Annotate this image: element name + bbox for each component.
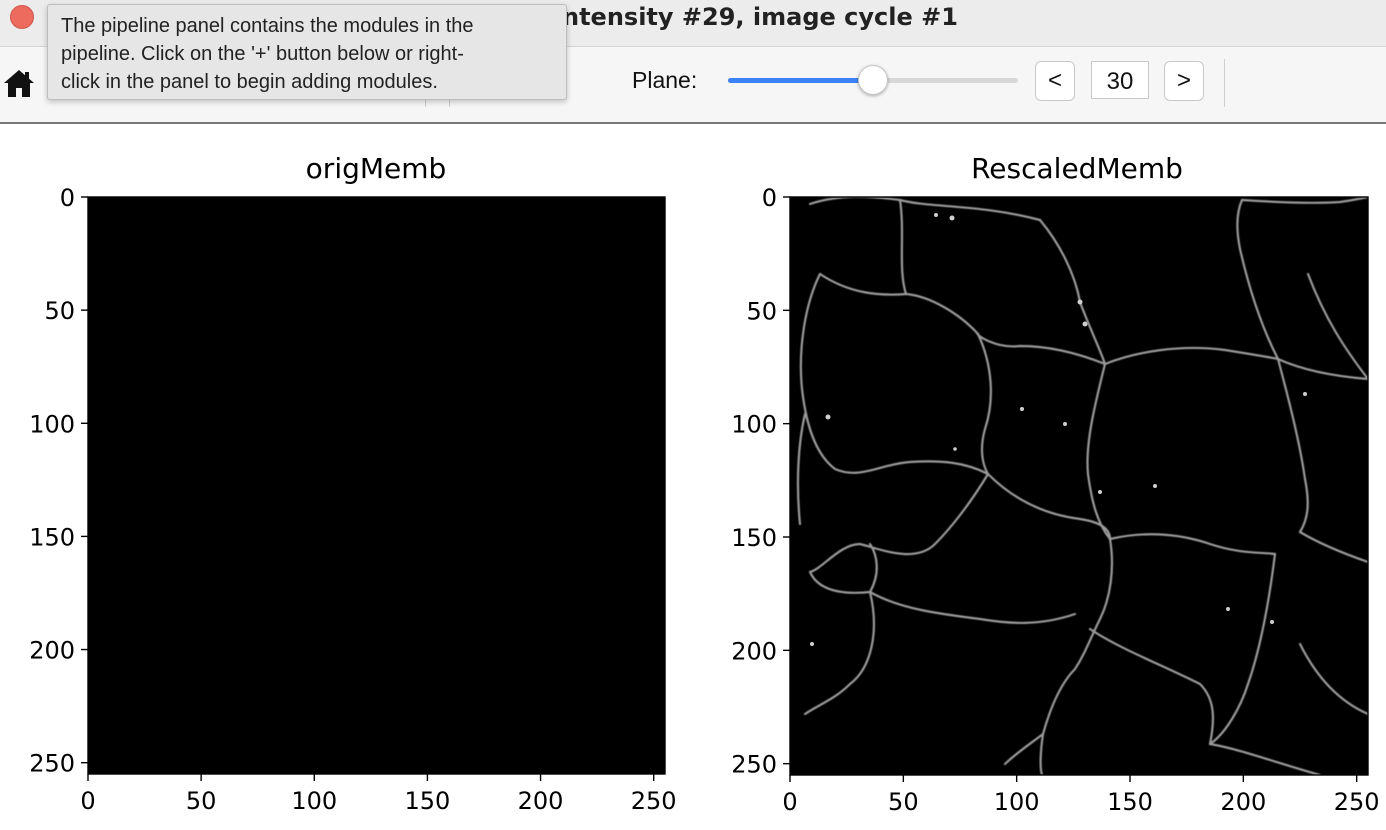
origMemb-x-tick-label: 150: [405, 787, 451, 815]
RescaledMemb-x-tick-label: 100: [994, 788, 1040, 816]
toolbar-separator: [1224, 59, 1225, 107]
origMemb-x-tick-label: 200: [518, 787, 564, 815]
RescaledMemb-x-tick-label: 50: [888, 788, 919, 816]
plane-slider[interactable]: [728, 65, 1018, 95]
plane-number-input[interactable]: 30: [1091, 61, 1149, 99]
origMemb-y-tick-label: 200: [29, 637, 75, 665]
tooltip-line: The pipeline panel contains the modules …: [61, 15, 474, 37]
RescaledMemb-y-tick-label: 200: [731, 637, 777, 665]
tooltip-line: click in the panel to begin adding modul…: [61, 71, 438, 93]
plane-slider-fill: [728, 78, 873, 83]
RescaledMemb-y-tick-label: 100: [731, 411, 777, 439]
RescaledMemb-y-tick-label: 250: [731, 751, 777, 779]
RescaledMemb-y-tick-label: 50: [746, 297, 777, 325]
RescaledMemb-x-tick-label: 0: [782, 788, 797, 816]
RescaledMemb-x-tick-label: 200: [1220, 788, 1266, 816]
origMemb-image: [87, 196, 666, 775]
origMemb-y-tick-label: 250: [29, 750, 75, 778]
pipeline-panel-tooltip: The pipeline panel contains the modules …: [47, 4, 567, 100]
RescaledMemb-x-tick-label: 250: [1334, 788, 1380, 816]
figure-canvas: origMemb 0 50 100 150 200 250050100150200250: [29, 152, 1380, 816]
RescaledMemb-y-tick-label: 150: [731, 524, 777, 552]
next-plane-button[interactable]: >: [1164, 61, 1204, 101]
origMemb-y-tick-label: 50: [44, 297, 75, 325]
origMemb-y-tick-label: 150: [29, 523, 75, 551]
origMemb-x-tick-label: 0: [80, 787, 95, 815]
origMemb-x-tick-label: 100: [291, 787, 337, 815]
origMemb-y-tick-label: 0: [60, 184, 75, 212]
plane-slider-thumb[interactable]: [858, 65, 888, 95]
previous-plane-button[interactable]: <: [1035, 61, 1075, 101]
origMemb-y-tick-label: 100: [29, 410, 75, 438]
home-icon[interactable]: [2, 67, 36, 99]
origMemb-title: origMemb: [306, 152, 447, 185]
window-title: ntensity #29, image cycle #1: [562, 3, 958, 31]
RescaledMemb-image: [790, 197, 1368, 775]
RescaledMemb-x-tick-label: 150: [1107, 788, 1153, 816]
plane-label: Plane:: [632, 67, 698, 93]
tooltip-line: pipeline. Click on the '+' button below …: [61, 43, 464, 65]
RescaledMemb-title: RescaledMemb: [971, 152, 1183, 185]
origMemb-x-tick-label: 50: [186, 787, 217, 815]
RescaledMemb-y-tick-label: 0: [762, 184, 777, 212]
close-window-button[interactable]: [10, 5, 34, 29]
origMemb-x-tick-label: 250: [631, 787, 677, 815]
